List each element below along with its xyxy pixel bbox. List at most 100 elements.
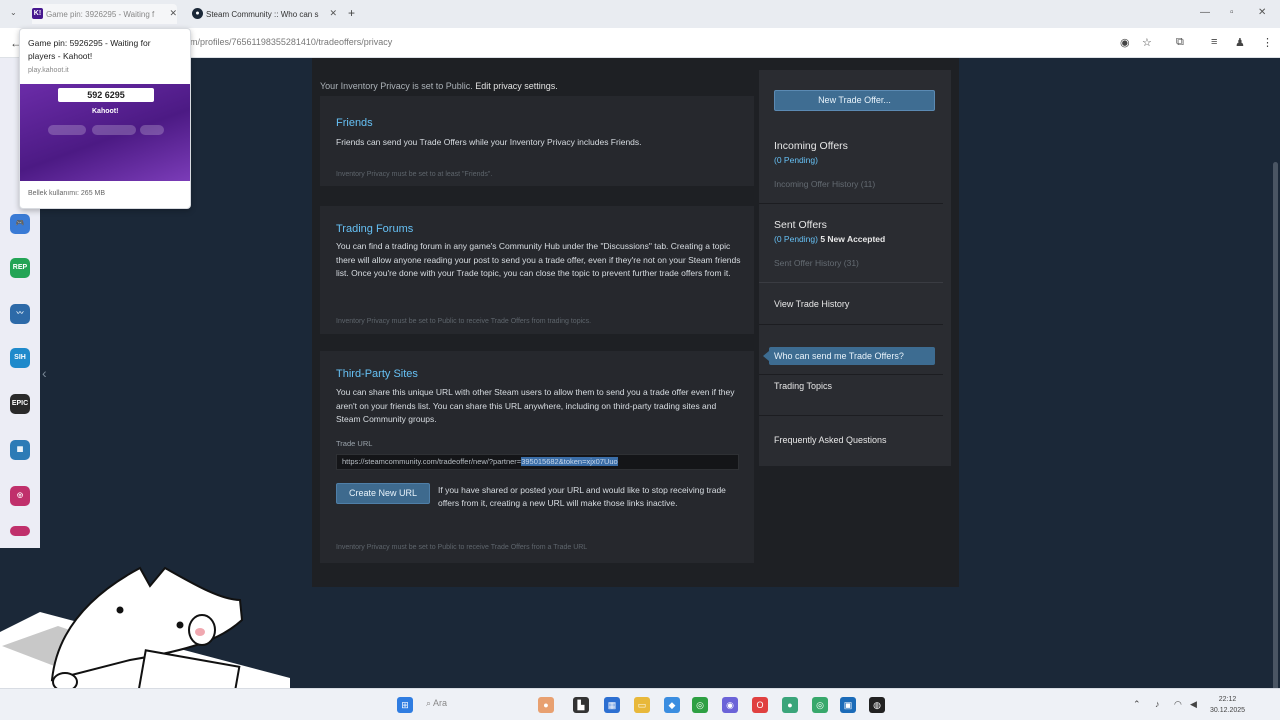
epic-app-icon[interactable]: EPIC <box>10 394 30 414</box>
wifi-icon[interactable]: ◠ <box>1174 699 1182 710</box>
divider <box>759 415 943 416</box>
taskbar-search[interactable]: ⌕ Ara <box>426 698 447 709</box>
close-tab-icon[interactable]: ✕ <box>169 8 177 19</box>
forums-foot: Inventory Privacy must be set to Public … <box>336 318 592 325</box>
trade-url-field[interactable]: https://steamcommunity.com/tradeoffer/ne… <box>336 454 739 470</box>
tab-title: Game pin: 3926295 - Waiting f <box>46 9 155 19</box>
trading-topics-link[interactable]: Trading Topics <box>774 381 832 391</box>
collapse-sidebar-icon[interactable]: ‹ <box>42 365 47 381</box>
rep-app-icon[interactable]: REP <box>10 258 30 278</box>
maximize-icon[interactable]: ▫ <box>1230 7 1234 18</box>
clock-date: 30.12.2025 <box>1210 707 1246 714</box>
loop-app-icon[interactable]: ◎ <box>10 486 30 506</box>
terminal-icon[interactable]: ▙ <box>573 697 589 713</box>
close-tab-icon[interactable]: ✕ <box>329 8 337 19</box>
tray-chevron-icon[interactable]: ⌃ <box>1133 699 1141 710</box>
friends-section: Friends Friends can send you Trade Offer… <box>320 96 754 186</box>
third-party-desc: You can share this unique URL with other… <box>336 387 735 424</box>
downloads-icon[interactable]: ≡ <box>1211 36 1217 48</box>
view-trade-history-link[interactable]: View Trade History <box>774 299 849 309</box>
create-new-url-button[interactable]: Create New URL <box>336 483 430 504</box>
taskbar-clock[interactable]: 22:12 30.12.2025 <box>1210 694 1245 716</box>
divider <box>759 203 943 204</box>
profile-icon[interactable]: ♟ <box>1235 36 1245 49</box>
create-url-desc: If you have shared or posted your URL an… <box>438 485 726 508</box>
divider <box>759 324 943 325</box>
new-tab-icon[interactable]: + <box>348 6 355 20</box>
preview-thumbnail: 592 6295 Kahoot! <box>20 84 190 181</box>
memory-usage: Bellek kullanımı: 265 MB <box>28 190 106 197</box>
chrome-icon[interactable]: ◎ <box>692 697 708 713</box>
app-icon[interactable]: ● <box>782 697 798 713</box>
sih-app-icon[interactable]: SIH <box>10 348 30 368</box>
folder-icon[interactable]: ▭ <box>634 697 650 713</box>
volume-icon[interactable]: ◀ <box>1190 699 1197 710</box>
menu-icon[interactable]: ⋮ <box>1262 36 1273 49</box>
trade-sidebar: New Trade Offer... Incoming Offers (0 Pe… <box>759 70 951 466</box>
cat-eye <box>116 606 124 614</box>
preview-domain: play.kahoot.it <box>28 67 69 74</box>
tab-menu-icon[interactable]: ⌄ <box>10 8 17 17</box>
vscode-icon[interactable]: ◆ <box>664 697 680 713</box>
trade-url-prefix: https://steamcommunity.com/tradeoffer/ne… <box>342 457 522 466</box>
app-icon[interactable]: ▣ <box>840 697 856 713</box>
divider <box>759 282 943 283</box>
tab-title: Steam Community :: Who can s <box>206 9 319 19</box>
new-trade-offer-button[interactable]: New Trade Offer... <box>774 90 935 111</box>
incoming-pending[interactable]: (0 Pending) <box>774 155 818 165</box>
page-scrollbar[interactable] <box>1271 58 1280 706</box>
tab-preview-card: Game pin: 5926295 - Waiting for players … <box>19 28 191 209</box>
faq-link[interactable]: Frequently Asked Questions <box>774 435 887 445</box>
app-icon[interactable]: ● <box>538 697 554 713</box>
chart-app-icon[interactable]: 〰 <box>10 304 30 324</box>
mic-icon[interactable]: ♪ <box>1155 699 1160 709</box>
kahoot-favicon-icon: K! <box>32 8 43 19</box>
steam-favicon-icon: ● <box>192 8 203 19</box>
opera-icon[interactable]: O <box>752 697 768 713</box>
incoming-history-link[interactable]: Incoming Offer History (11) <box>774 179 875 189</box>
chrome-icon[interactable]: ◎ <box>812 697 828 713</box>
close-window-icon[interactable]: ✕ <box>1258 7 1266 18</box>
friends-desc: Friends can send you Trade Offers while … <box>336 137 642 147</box>
url-field[interactable]: m/profiles/76561198355281410/tradeoffers… <box>190 37 392 47</box>
incoming-offers-link[interactable]: Incoming Offers <box>774 140 848 152</box>
sent-pending[interactable]: (0 Pending) <box>774 234 818 244</box>
sent-offers-link[interactable]: Sent Offers <box>774 219 827 231</box>
tab-steam[interactable]: ● Steam Community :: Who can s ✕ <box>192 4 337 24</box>
trade-url-label: Trade URL <box>336 439 373 448</box>
tab-kahoot[interactable]: K! Game pin: 3926295 - Waiting f ✕ <box>32 4 177 24</box>
edit-privacy-link[interactable]: Edit privacy settings. <box>475 81 558 91</box>
scrollbar-thumb[interactable] <box>1273 162 1278 706</box>
grid-app-icon[interactable]: ▦ <box>10 440 30 460</box>
privacy-note-text: Your Inventory Privacy is set to Public. <box>320 81 473 91</box>
search-label: Ara <box>433 698 448 708</box>
browser-tabbar: ⌄ K! Game pin: 3926295 - Waiting f ✕ ● S… <box>0 0 1280 28</box>
gamepad-app-icon[interactable]: 🎮 <box>10 214 30 234</box>
eye-icon[interactable]: ◉ <box>1120 36 1130 49</box>
extensions-icon[interactable]: ⧉ <box>1176 36 1184 49</box>
friends-foot: Inventory Privacy must be set to at leas… <box>336 171 493 178</box>
calculator-icon[interactable]: ▦ <box>604 697 620 713</box>
taskbar: ⊞ ⌕ Ara ● ▙ ▦ ▭ ◆ ◎ ◉ O ● ◎ ▣ ◍ ⌃ ♪ ◠ ◀ … <box>0 688 1280 720</box>
who-can-send-link[interactable]: Who can send me Trade Offers? <box>763 347 935 365</box>
sent-status: (0 Pending) 5 New Accepted <box>774 234 885 244</box>
minimize-icon[interactable]: — <box>1200 7 1210 18</box>
privacy-status: Your Inventory Privacy is set to Public.… <box>320 81 558 91</box>
steam-icon[interactable]: ◍ <box>869 697 885 713</box>
paw-pad <box>195 628 205 636</box>
friends-title: Friends <box>336 117 373 129</box>
sent-accepted[interactable]: 5 New Accepted <box>820 234 885 244</box>
player-pill <box>140 125 164 135</box>
kahoot-logo: Kahoot! <box>92 108 119 115</box>
discord-icon[interactable]: ◉ <box>722 697 738 713</box>
sent-history-link[interactable]: Sent Offer History (31) <box>774 258 859 268</box>
third-party-title: Third-Party Sites <box>336 368 418 380</box>
tradeoffer-privacy-panel: Your Inventory Privacy is set to Public.… <box>312 58 959 587</box>
forums-desc: You can find a trading forum in any game… <box>336 241 741 278</box>
windows-start-icon[interactable]: ⊞ <box>397 697 413 713</box>
star-icon[interactable]: ☆ <box>1142 36 1152 49</box>
game-pin-box: 592 6295 <box>58 88 154 102</box>
forums-title: Trading Forums <box>336 223 414 235</box>
address-bar: ← m/profiles/76561198355281410/tradeoffe… <box>0 28 1280 58</box>
app-icon[interactable] <box>10 526 30 536</box>
